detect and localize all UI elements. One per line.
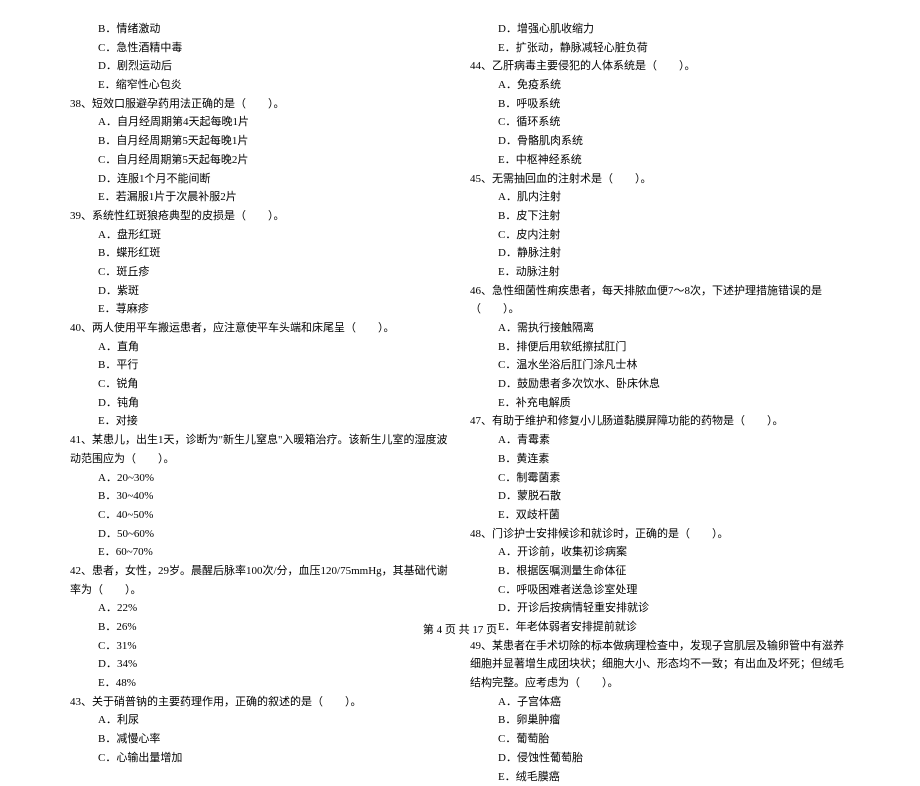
page-footer: 第 4 页 共 17 页 [0,621,920,640]
option-text: A．盘形红斑 [98,226,450,245]
option-text: E．缩窄性心包炎 [98,76,450,95]
option-text: C．斑丘疹 [98,263,450,282]
option-text: E．48% [98,674,450,693]
question-text: 43、关于硝普钠的主要药理作用，正确的叙述的是（ ）。 [70,693,450,712]
option-text: D．骨骼肌肉系统 [498,132,850,151]
option-text: C．心输出量增加 [98,749,450,768]
right-column: D．增强心肌收缩力 E．扩张动，静脉减轻心脏负荷 44、乙肝病毒主要侵犯的人体系… [460,20,860,786]
option-text: D．开诊后按病情轻重安排就诊 [498,599,850,618]
option-text: E．若漏服1片于次晨补服2片 [98,188,450,207]
question-text: 45、无需抽回血的注射术是（ ）。 [470,170,850,189]
option-text: E．双歧杆菌 [498,506,850,525]
option-text: E．荨麻疹 [98,300,450,319]
option-text: A．直角 [98,338,450,357]
option-text: C．锐角 [98,375,450,394]
option-text: D．剧烈运动后 [98,57,450,76]
option-text: B．排便后用软纸擦拭肛门 [498,338,850,357]
option-text: B．卵巢肿瘤 [498,711,850,730]
option-text: A．子宫体癌 [498,693,850,712]
option-text: D．34% [98,655,450,674]
option-text: C．急性酒精中毒 [98,39,450,58]
question-text: 44、乙肝病毒主要侵犯的人体系统是（ ）。 [470,57,850,76]
option-text: B．自月经周期第5天起每晚1片 [98,132,450,151]
question-text: 39、系统性红斑狼疮典型的皮损是（ ）。 [70,207,450,226]
option-text: E．动脉注射 [498,263,850,282]
option-text: C．40~50% [98,506,450,525]
option-text: B．黄连素 [498,450,850,469]
option-text: E．对接 [98,412,450,431]
question-text: 41、某患儿，出生1天，诊断为"新生儿窒息"入暖箱治疗。该新生儿室的湿度波动范围… [70,431,450,468]
option-text: B．平行 [98,356,450,375]
option-text: D．连服1个月不能间断 [98,170,450,189]
option-text: D．钝角 [98,394,450,413]
question-text: 47、有助于维护和修复小儿肠道黏膜屏障功能的药物是（ ）。 [470,412,850,431]
option-text: D．蒙脱石散 [498,487,850,506]
option-text: B．30~40% [98,487,450,506]
question-text: 46、急性细菌性痢疾患者，每天排脓血便7～8次，下述护理措施错误的是（ ）。 [470,282,850,319]
option-text: A．自月经周期第4天起每晚1片 [98,113,450,132]
question-text: 38、短效口服避孕药用法正确的是（ ）。 [70,95,450,114]
option-text: E．扩张动，静脉减轻心脏负荷 [498,39,850,58]
option-text: A．青霉素 [498,431,850,450]
option-text: A．22% [98,599,450,618]
option-text: D．50~60% [98,525,450,544]
option-text: B．皮下注射 [498,207,850,226]
question-text: 49、某患者在手术切除的标本做病理检查中，发现子宫肌层及输卵管中有滋养细胞并显著… [470,637,850,693]
option-text: A．20~30% [98,469,450,488]
option-text: C．制霉菌素 [498,469,850,488]
question-text: 48、门诊护士安排候诊和就诊时，正确的是（ ）。 [470,525,850,544]
option-text: B．减慢心率 [98,730,450,749]
left-column: B．情绪激动 C．急性酒精中毒 D．剧烈运动后 E．缩窄性心包炎 38、短效口服… [60,20,460,786]
option-text: A．免疫系统 [498,76,850,95]
option-text: E．中枢神经系统 [498,151,850,170]
option-text: D．鼓励患者多次饮水、卧床休息 [498,375,850,394]
option-text: A．需执行接触隔离 [498,319,850,338]
option-text: B．情绪激动 [98,20,450,39]
option-text: C．皮内注射 [498,226,850,245]
option-text: A．肌内注射 [498,188,850,207]
option-text: E．补充电解质 [498,394,850,413]
option-text: D．静脉注射 [498,244,850,263]
option-text: A．利尿 [98,711,450,730]
option-text: C．温水坐浴后肛门涂凡士林 [498,356,850,375]
question-text: 42、患者，女性，29岁。晨醒后脉率100次/分，血压120/75mmHg，其基… [70,562,450,599]
option-text: D．紫斑 [98,282,450,301]
question-text: 40、两人使用平车搬运患者，应注意使平车头端和床尾呈（ ）。 [70,319,450,338]
option-text: B．呼吸系统 [498,95,850,114]
option-text: C．呼吸困难者送急诊室处理 [498,581,850,600]
option-text: C．葡萄胎 [498,730,850,749]
option-text: C．循环系统 [498,113,850,132]
option-text: A．开诊前，收集初诊病案 [498,543,850,562]
option-text: C．自月经周期第5天起每晚2片 [98,151,450,170]
option-text: E．60~70% [98,543,450,562]
option-text: D．侵蚀性葡萄胎 [498,749,850,768]
option-text: E．绒毛膜癌 [498,768,850,786]
option-text: B．蝶形红斑 [98,244,450,263]
page-content: B．情绪激动 C．急性酒精中毒 D．剧烈运动后 E．缩窄性心包炎 38、短效口服… [0,0,920,786]
option-text: B．根据医嘱测量生命体征 [498,562,850,581]
option-text: D．增强心肌收缩力 [498,20,850,39]
